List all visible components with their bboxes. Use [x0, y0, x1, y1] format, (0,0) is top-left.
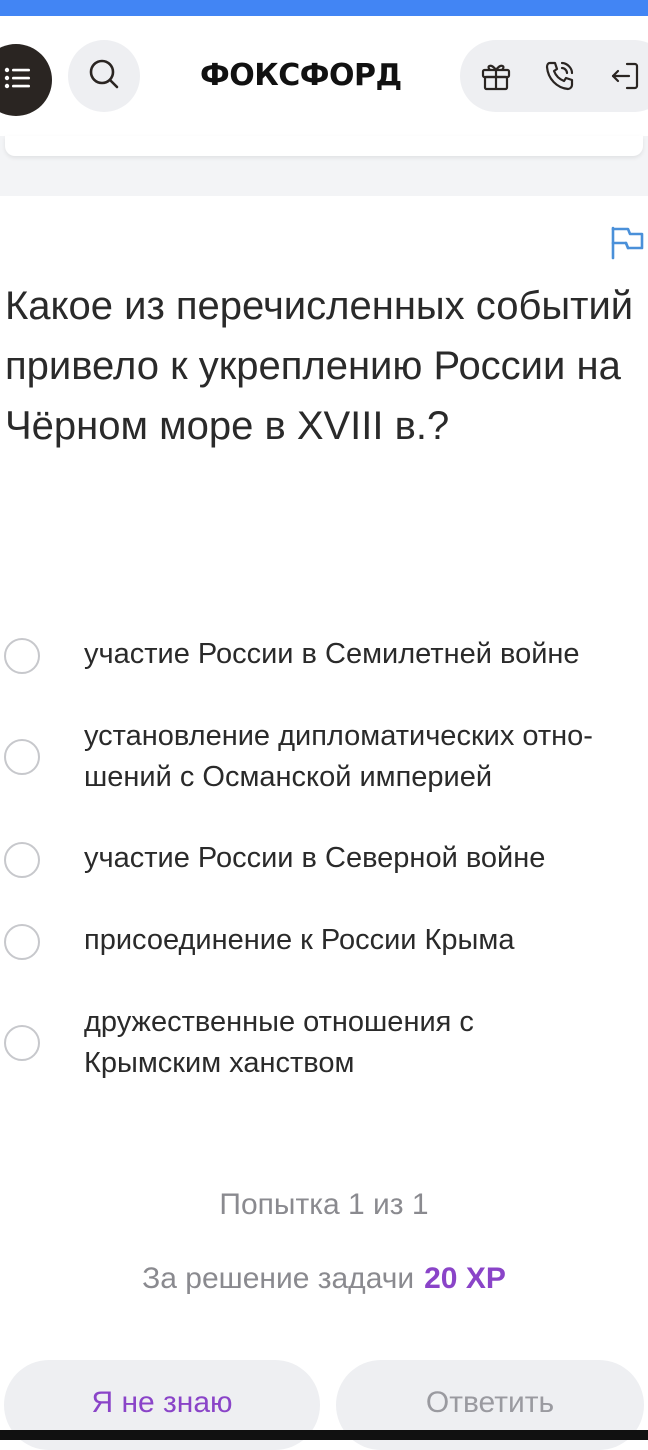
gift-icon[interactable] — [478, 58, 514, 94]
radio-button[interactable] — [4, 924, 40, 960]
status-bar — [0, 0, 648, 16]
site-header: ФОКСФОРД — [0, 16, 648, 136]
search-icon — [84, 54, 124, 99]
reward-label: За решение задачи — [142, 1262, 415, 1295]
question-text: Какое из перечисленных событий привело к… — [5, 284, 634, 448]
reward-info: За решение задачи 20 XP — [0, 1258, 648, 1300]
flag-icon[interactable] — [608, 224, 646, 262]
radio-button[interactable] — [4, 842, 40, 878]
radio-button[interactable] — [4, 638, 40, 674]
option-label[interactable]: дружественные отношения с Крымским ханст… — [84, 1002, 644, 1084]
reward-value: 20 XP — [424, 1262, 506, 1295]
attempt-counter: Попытка 1 из 1 — [219, 1188, 429, 1221]
option-label[interactable]: участие России в Семилетней войне — [84, 634, 644, 675]
option-label[interactable]: присоединение к России Крыма — [84, 920, 644, 961]
search-button[interactable] — [68, 40, 140, 112]
navigation-bar — [0, 1430, 648, 1440]
radio-button[interactable] — [4, 1025, 40, 1061]
menu-button[interactable] — [0, 44, 52, 116]
radio-button[interactable] — [4, 739, 40, 775]
option-label[interactable]: участие России в Северной войне — [84, 838, 644, 879]
foxford-logo[interactable]: ФОКСФОРД — [200, 56, 402, 96]
phone-icon[interactable] — [542, 58, 578, 94]
header-actions — [460, 40, 648, 112]
logout-icon[interactable] — [606, 58, 642, 94]
option-label[interactable]: установление дипломатических отно- шений… — [84, 716, 644, 798]
menu-icon — [0, 58, 36, 103]
previous-card-edge — [5, 136, 643, 156]
